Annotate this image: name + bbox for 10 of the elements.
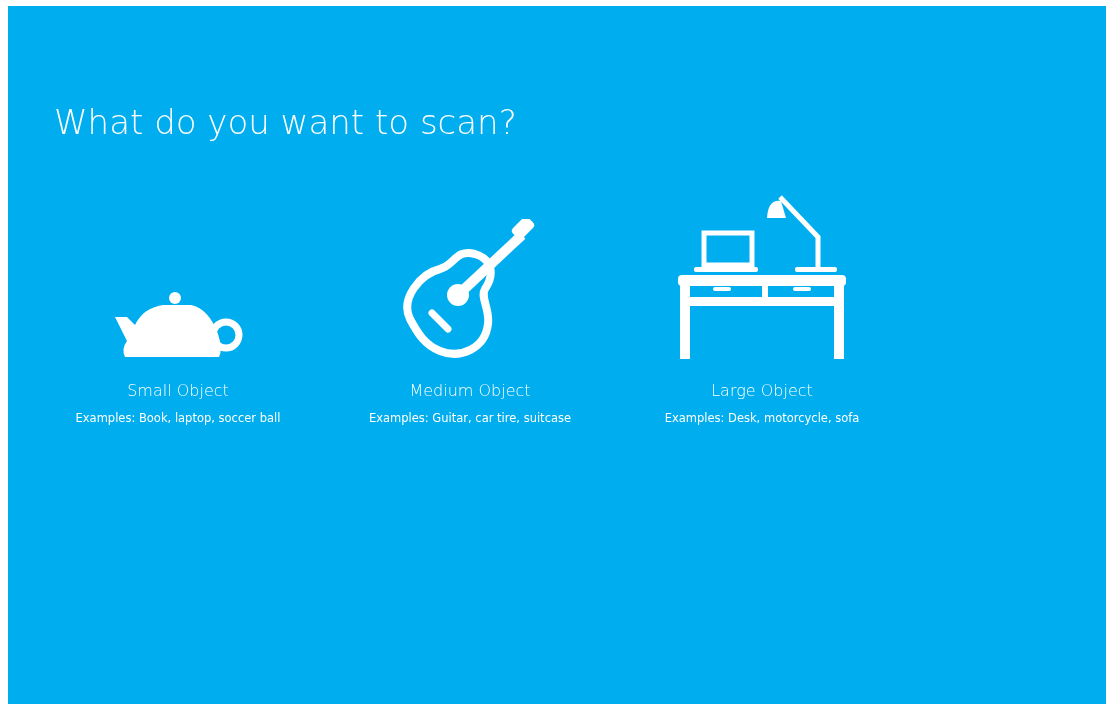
scan-option[interactable]: Large Object Examples: Desk, motorcycle, sofa <box>616 186 908 426</box>
option-label: Medium Object <box>409 380 531 400</box>
page-title: What do you want to scan? <box>54 102 518 143</box>
option-examples: Examples: Book, laptop, soccer ball <box>75 412 281 426</box>
scan-option[interactable]: Medium Object Examples: Guitar, car tire, suitcase <box>324 186 616 426</box>
option-label: Small Object <box>127 380 229 400</box>
scan-option[interactable]: Small Object Examples: Book, laptop, soccer ball <box>32 186 324 426</box>
option-examples: Examples: Guitar, car tire, suitcase <box>368 412 572 426</box>
option-label: Large Object <box>711 380 813 400</box>
option-examples: Examples: Desk, motorcycle, sofa <box>664 412 860 426</box>
